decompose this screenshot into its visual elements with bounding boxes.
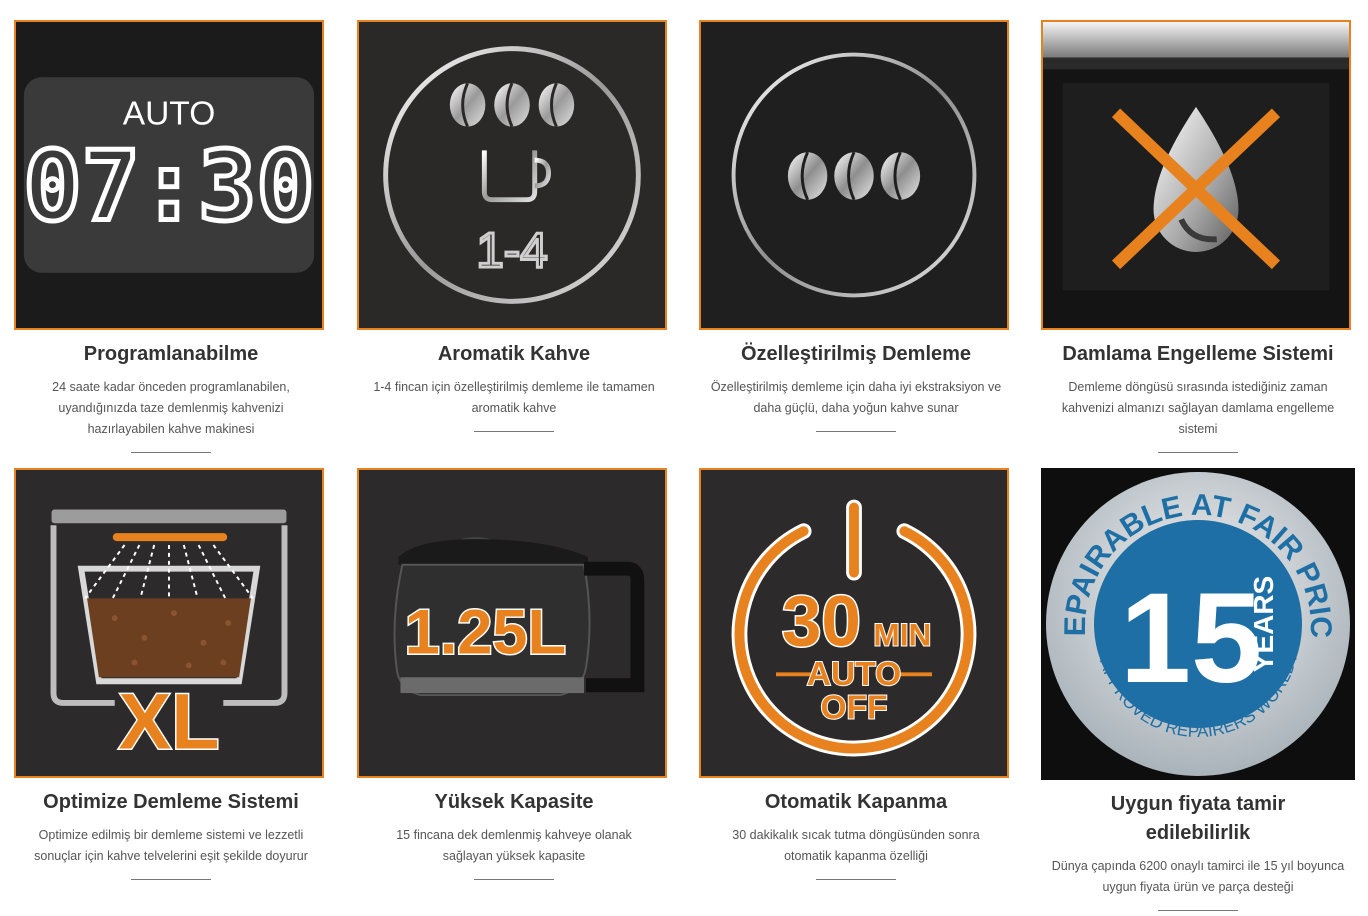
- feature-card-custom-brew: Özelleştirilmiş Demleme Özelleştirilmiş …: [699, 20, 1013, 432]
- divider: [474, 879, 554, 880]
- feature-description: Dünya çapında 6200 onaylı tamirci ile 15…: [1051, 859, 1345, 894]
- feature-card-aromatic: 1-4 Aromatik Kahve 1-4 fincan için özell…: [357, 20, 671, 432]
- feature-description: 15 fincana dek demlenmiş kahveye olanak …: [396, 828, 632, 863]
- feature-description: Demleme döngüsü sırasında istediğiniz za…: [1061, 380, 1335, 436]
- repairable-seal-icon: REPAIRABLE AT FAIR PRICE 6200 APPROVED R…: [1041, 468, 1355, 780]
- divider: [131, 879, 211, 880]
- feature-card-optimized-brew: XL Optimize Demleme Sistemi Optimize edi…: [14, 468, 328, 880]
- auto-text: AUTO: [807, 656, 901, 693]
- divider: [816, 879, 896, 880]
- auto-label: AUTO: [123, 96, 216, 133]
- feature-description: 30 dakikalık sıcak tutma döngüsünden son…: [732, 828, 980, 863]
- feature-card-repairable: REPAIRABLE AT FAIR PRICE 6200 APPROVED R…: [1041, 468, 1355, 911]
- off-text: OFF: [820, 690, 887, 727]
- carafe-icon: 1.25L: [357, 468, 667, 778]
- feature-card-auto-off: 30 MIN AUTO OFF Otomatik Kapanma 30 daki…: [699, 468, 1013, 880]
- divider: [131, 452, 211, 453]
- xl-badge: XL: [119, 677, 220, 765]
- feature-card-drip-stop: Damlama Engelleme Sistemi Demleme döngüs…: [1041, 20, 1355, 453]
- feature-card-programmable: AUTO 07:30 Programlanabilme 24 saate kad…: [14, 20, 328, 453]
- minutes-unit: MIN: [873, 617, 931, 653]
- feature-description: 1-4 fincan için özelleştirilmiş demleme …: [373, 380, 655, 415]
- divider: [816, 431, 896, 432]
- seal-number: 15: [1120, 567, 1262, 710]
- time-readout: 07:30: [23, 129, 314, 242]
- coffee-beans-icon: [699, 20, 1009, 330]
- feature-title: Otomatik Kapanma: [764, 791, 948, 813]
- seal-years-text: YEARS: [1248, 576, 1279, 672]
- volume-label: 1.25L: [405, 598, 567, 668]
- feature-card-capacity: 1.25L Yüksek Kapasite 15 fincana dek dem…: [357, 468, 671, 880]
- power-timer-icon: 30 MIN AUTO OFF: [699, 468, 1009, 778]
- drip-stop-icon: [1041, 20, 1351, 330]
- feature-title: Damlama Engelleme Sistemi: [1062, 343, 1334, 365]
- clock-display-icon: AUTO 07:30: [14, 20, 324, 330]
- feature-title: Aromatik Kahve: [437, 343, 591, 365]
- feature-description: 24 saate kadar önceden programlanabilen,…: [52, 380, 290, 436]
- coffee-beans-cup-icon: 1-4: [357, 20, 667, 330]
- shower-filter-icon: XL: [14, 468, 324, 778]
- divider: [474, 431, 554, 432]
- divider: [1158, 452, 1238, 453]
- feature-description: Özelleştirilmiş demleme için daha iyi ek…: [710, 380, 1002, 415]
- feature-title: Özelleştirilmiş Demleme: [740, 343, 972, 365]
- minutes-number: 30: [782, 583, 861, 662]
- feature-title: Programlanabilme: [83, 343, 259, 365]
- cup-range: 1-4: [476, 223, 547, 278]
- divider: [1158, 910, 1238, 911]
- feature-description: Optimize edilmiş bir demleme sistemi ve …: [34, 828, 308, 863]
- feature-title: Yüksek Kapasite: [434, 791, 594, 813]
- feature-title: Optimize Demleme Sistemi: [43, 791, 299, 813]
- feature-title: Uygun fiyata tamir edilebilirlik: [1110, 793, 1286, 844]
